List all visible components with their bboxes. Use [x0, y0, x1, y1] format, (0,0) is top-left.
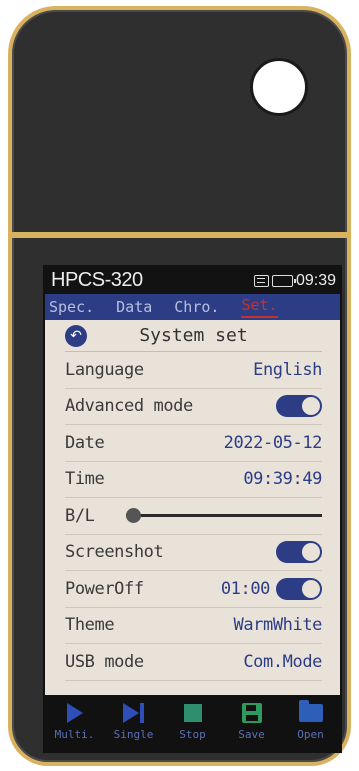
save-label: Save	[238, 728, 265, 741]
setting-row-backlight[interactable]: B/L	[65, 498, 322, 535]
setting-row-theme[interactable]: Theme WarmWhite	[65, 608, 322, 644]
single-button[interactable]: Single	[107, 701, 161, 741]
date-value[interactable]: 2022-05-12	[224, 433, 323, 453]
play-icon	[66, 701, 83, 725]
time-label: Time	[65, 469, 105, 490]
step-icon	[123, 701, 144, 725]
save-button[interactable]: Save	[225, 701, 279, 741]
screenshot-label: Screenshot	[65, 542, 164, 563]
setting-row-advanced-mode[interactable]: Advanced mode	[65, 389, 322, 425]
setting-row-language[interactable]: Language English	[65, 352, 322, 389]
setting-row-usb-mode[interactable]: USB mode Com.Mode	[65, 644, 322, 681]
poweroff-value[interactable]: 01:00	[221, 579, 271, 599]
stop-button[interactable]: Stop	[166, 701, 220, 741]
save-icon	[241, 701, 262, 725]
open-button[interactable]: Open	[284, 700, 338, 741]
setting-row-date[interactable]: Date 2022-05-12	[65, 425, 322, 462]
setting-row-screenshot[interactable]: Screenshot	[65, 535, 322, 571]
multi-label: Multi.	[54, 728, 95, 741]
usb-mode-value[interactable]: Com.Mode	[243, 652, 322, 672]
status-clock: 09:39	[295, 271, 336, 289]
settings-panel: ↶ System set Language English Advanced m…	[45, 320, 340, 681]
status-indicators: 09:39	[253, 271, 336, 290]
screenshot-toggle[interactable]	[276, 541, 322, 564]
tab-data[interactable]: Data	[116, 298, 152, 316]
setting-row-poweroff[interactable]: PowerOff 01:00	[65, 571, 322, 608]
sensor-lens	[250, 58, 308, 116]
backlight-slider[interactable]	[126, 508, 322, 524]
date-label: Date	[65, 432, 105, 453]
open-label: Open	[297, 728, 324, 741]
device-body: HPCS-320 09:39 Spec. Data Chro. Set. ↶ S…	[8, 6, 351, 766]
multi-button[interactable]: Multi.	[48, 701, 102, 741]
panel-header: ↶ System set	[65, 320, 322, 352]
tab-bar: Spec. Data Chro. Set.	[45, 294, 340, 320]
stop-icon	[183, 701, 202, 725]
status-bar: HPCS-320 09:39	[45, 267, 340, 294]
tab-chro[interactable]: Chro.	[174, 298, 219, 316]
theme-value[interactable]: WarmWhite	[233, 615, 322, 635]
advanced-mode-toggle[interactable]	[276, 395, 322, 418]
device-screen: HPCS-320 09:39 Spec. Data Chro. Set. ↶ S…	[43, 265, 342, 753]
device-name: HPCS-320	[51, 269, 143, 291]
sd-card-icon	[253, 274, 269, 287]
setting-row-time[interactable]: Time 09:39:49	[65, 462, 322, 498]
stop-label: Stop	[179, 728, 206, 741]
backlight-label: B/L	[65, 505, 95, 526]
language-label: Language	[65, 359, 144, 380]
advanced-mode-label: Advanced mode	[65, 396, 193, 417]
poweroff-label: PowerOff	[65, 578, 144, 599]
backlight-slider-thumb[interactable]	[126, 508, 141, 524]
battery-icon	[271, 274, 296, 287]
poweroff-controls: 01:00	[221, 577, 322, 600]
panel-title: System set	[139, 325, 248, 346]
theme-label: Theme	[65, 615, 115, 636]
poweroff-toggle[interactable]	[276, 577, 322, 600]
tab-spec[interactable]: Spec.	[49, 298, 94, 316]
usb-mode-label: USB mode	[65, 651, 144, 672]
folder-icon	[298, 700, 323, 725]
time-value[interactable]: 09:39:49	[243, 469, 322, 489]
bottom-toolbar: Multi. Single Stop Save Open	[45, 695, 340, 751]
tab-set[interactable]: Set.	[241, 296, 278, 318]
gold-band	[12, 232, 347, 238]
single-label: Single	[113, 728, 154, 741]
language-value[interactable]: English	[253, 360, 322, 380]
